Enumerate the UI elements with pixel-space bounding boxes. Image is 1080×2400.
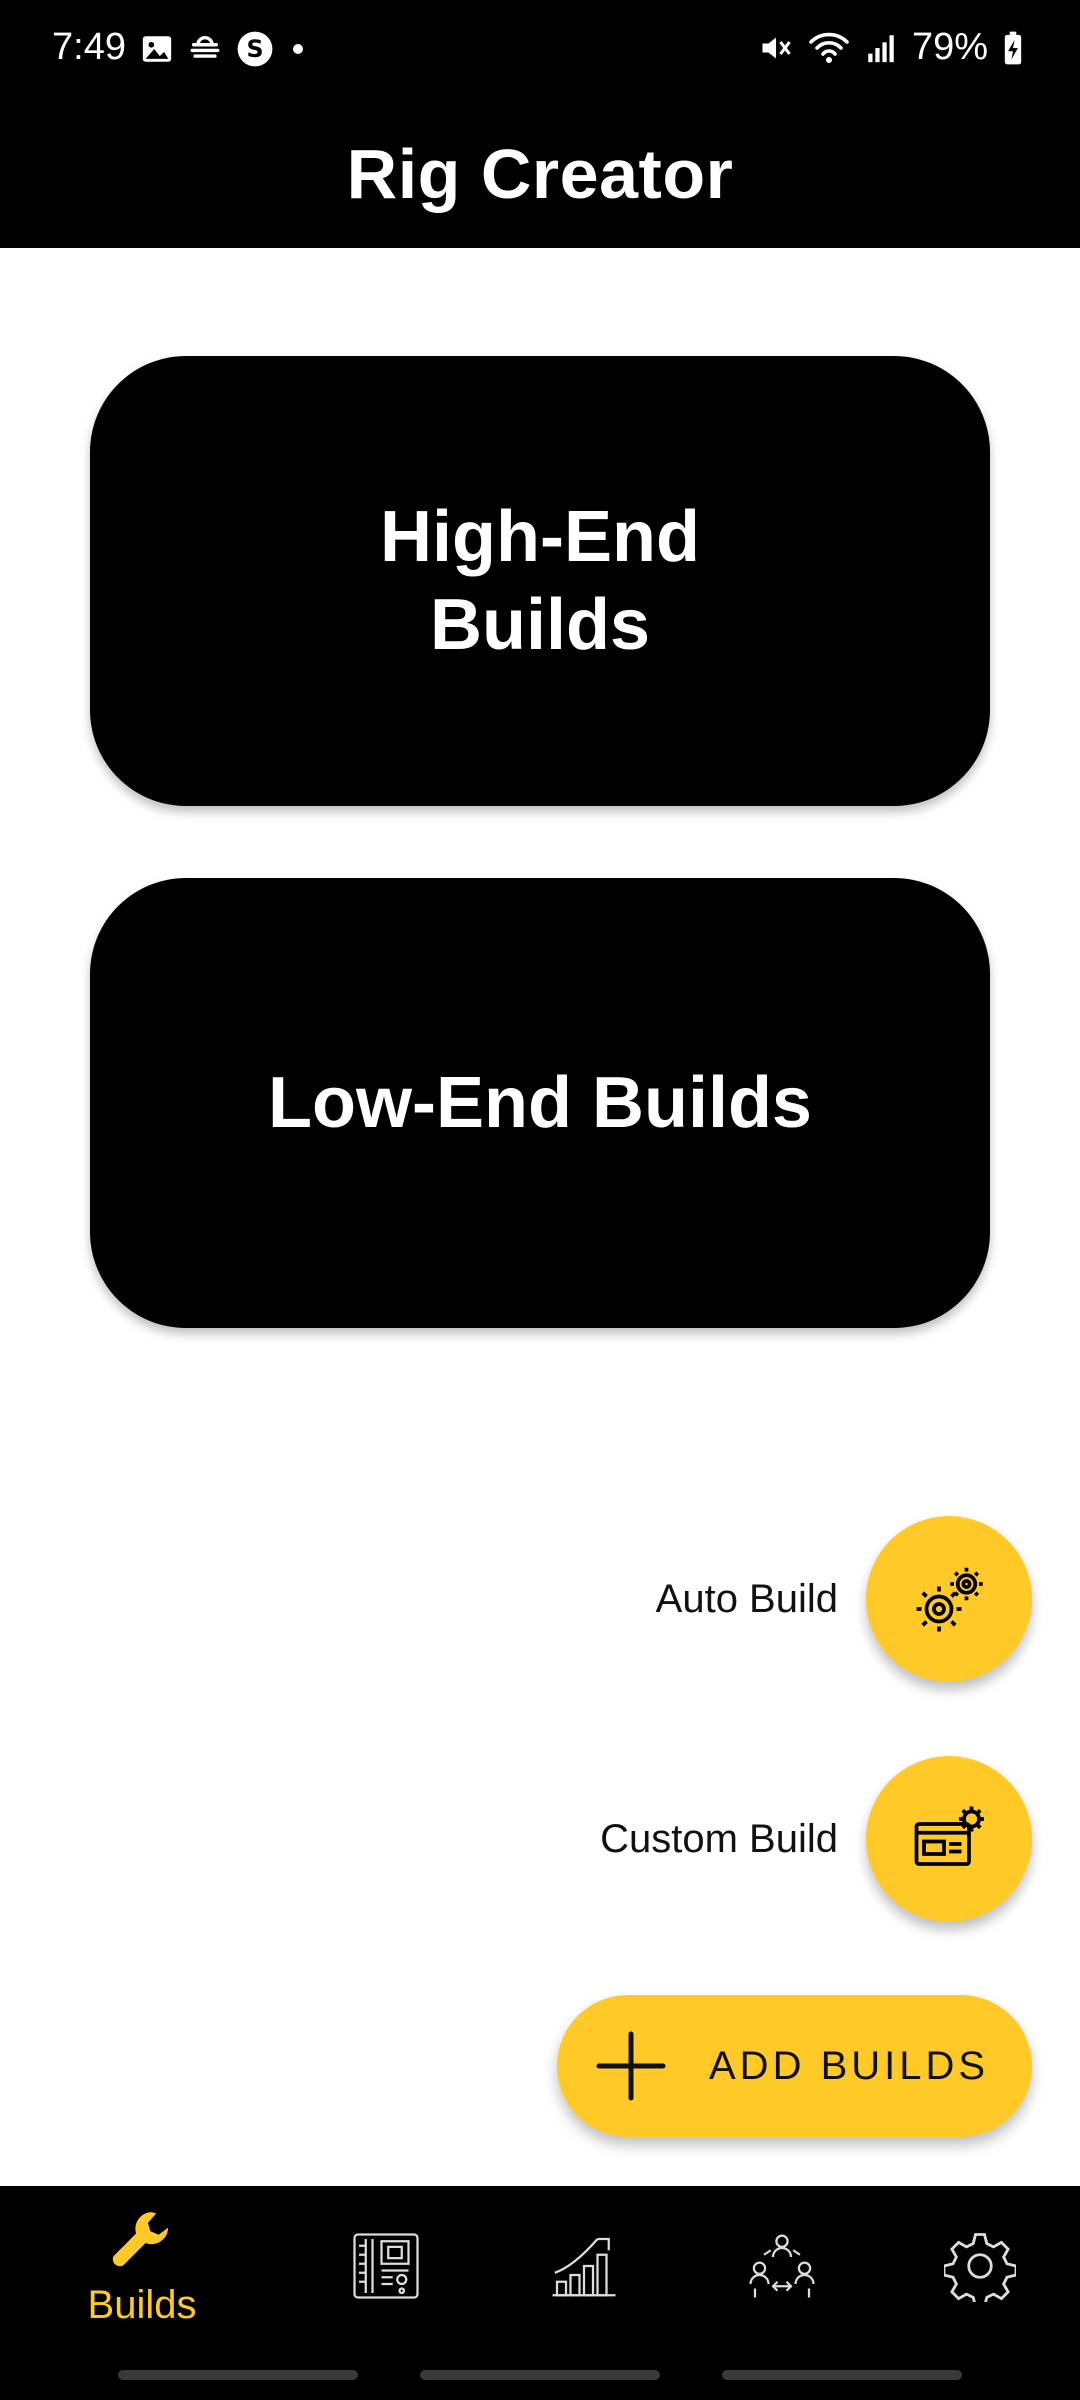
status-time: 7:49 [52,26,126,68]
high-end-builds-label: High-End Builds [380,497,700,665]
gallery-icon [142,36,172,62]
nav-item-settings[interactable] [872,2186,1080,2346]
bottom-nav: Builds [0,2186,1080,2400]
status-icons-left: S [140,30,308,68]
auto-build-label: Auto Build [655,1576,838,1621]
app-s-icon: S [237,31,273,67]
wrench-icon [112,2211,169,2266]
nav-label-builds: Builds [87,2282,197,2327]
custom-build-label: Custom Build [600,1816,838,1861]
add-builds-label: ADD BUILDS [709,2043,990,2088]
chart-icon [552,2237,616,2297]
add-builds-button[interactable]: ADD BUILDS [557,1995,1032,2137]
components-icon [353,2233,419,2299]
mute-icon [762,37,791,58]
battery-percent: 79% [911,26,988,68]
gesture-bar-left [118,2370,358,2380]
status-icons-right: 79% [758,26,1024,69]
nav-item-components[interactable] [278,2186,494,2346]
window-settings-icon [914,1806,984,1866]
nav-item-community[interactable] [674,2186,890,2346]
gear-icon [944,2233,1016,2302]
high-end-builds-card[interactable]: High-End Builds [90,356,990,806]
signal-icon [868,34,894,62]
custom-build-action[interactable]: Custom Build [600,1756,1032,1922]
community-icon [749,2234,815,2298]
low-end-builds-card[interactable]: Low-End Builds [90,878,990,1328]
gesture-bar-right [722,2370,962,2380]
gesture-bar-center [420,2370,660,2380]
gears-icon [916,1567,983,1632]
weather-icon [190,36,220,58]
low-end-builds-label: Low-End Builds [268,1063,812,1143]
nav-item-builds[interactable]: Builds [34,2186,250,2346]
app-title: Rig Creator [346,135,734,213]
auto-build-fab[interactable] [866,1516,1032,1682]
wifi-icon [809,32,849,63]
battery-charging-icon [1004,31,1022,64]
custom-build-fab[interactable] [866,1756,1032,1922]
svg-text:S: S [246,35,263,63]
plus-icon [596,2031,666,2101]
auto-build-action[interactable]: Auto Build [656,1516,1032,1682]
status-bar: 7:49 S 79% [0,0,1080,100]
app-bar: Rig Creator [0,100,1080,248]
screen: 7:49 S 79% Rig Creator High-End Builds L… [0,0,1080,2400]
nav-item-stats[interactable] [476,2186,692,2346]
notification-dot-icon [293,44,303,54]
